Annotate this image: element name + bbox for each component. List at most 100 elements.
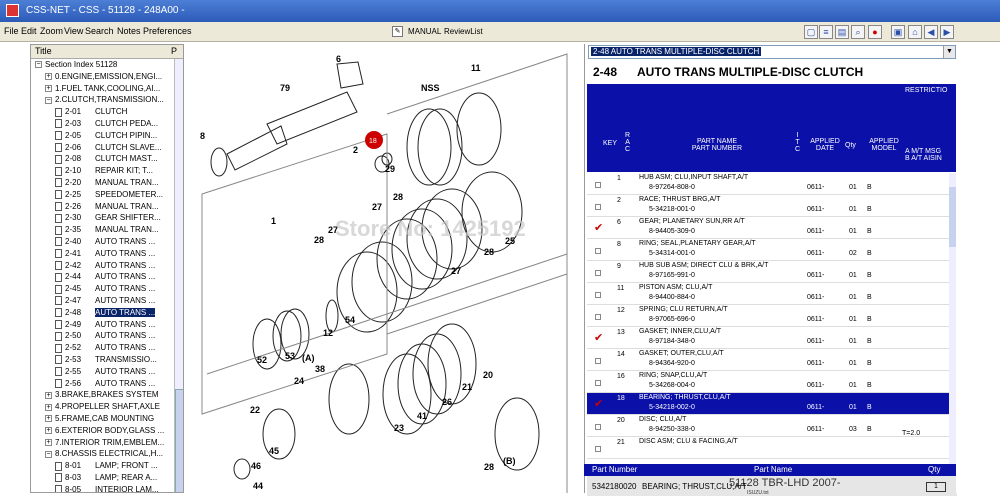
tree-scroll-thumb[interactable] xyxy=(175,389,183,492)
parts-row[interactable]: 11 PISTON ASM; CLU,A/T 8-94400-884-0 0611- 0… xyxy=(587,283,949,305)
callout-label[interactable]: 28 xyxy=(484,247,494,257)
tree-item[interactable]: 2-53 TRANSMISSIO... xyxy=(55,354,157,366)
callout-label[interactable]: 44 xyxy=(253,481,263,491)
parts-row[interactable]: 2 RACE; THRUST BRG,A/T 5-34218-001-0 0611- 0… xyxy=(587,195,949,217)
tree-item[interactable]: 2-50 AUTO TRANS ... xyxy=(55,330,155,342)
parts-row[interactable]: 14 GASKET; OUTER,CLU,A/T 8-94364-920-0 0611… xyxy=(587,349,949,371)
tree-item[interactable]: 8-05 INTERIOR LAM... xyxy=(55,484,159,492)
callout-label[interactable]: 28 xyxy=(393,192,403,202)
callout-label[interactable]: 28 xyxy=(484,462,494,472)
expand-toggle-icon[interactable]: + xyxy=(45,73,52,81)
print-icon[interactable]: ▣ xyxy=(891,25,905,39)
callout-label[interactable]: 22 xyxy=(250,405,260,415)
tree-item[interactable]: 2-40 AUTO TRANS ... xyxy=(55,236,155,248)
callout-label[interactable]: 20 xyxy=(483,370,493,380)
menu-notes[interactable]: Notes xyxy=(117,26,141,36)
callout-label[interactable]: 6 xyxy=(336,54,341,64)
tree-item[interactable]: 2-01 CLUTCH xyxy=(55,106,127,118)
tree-item[interactable]: 2-44 AUTO TRANS ... xyxy=(55,271,155,283)
callout-label[interactable]: 26 xyxy=(442,397,452,407)
tree-item[interactable]: +6.EXTERIOR BODY,GLASS ... xyxy=(45,425,164,437)
tree-item[interactable]: 2-05 CLUTCH PIPIN... xyxy=(55,130,157,142)
tree-item[interactable]: − Section Index 51128 xyxy=(35,59,117,71)
tree-item[interactable]: 2-48 AUTO TRANS ... xyxy=(55,307,156,319)
callout-label[interactable]: 53 xyxy=(285,351,295,361)
manual-icon[interactable]: ✎ xyxy=(392,26,403,37)
callout-label[interactable]: 29 xyxy=(385,164,395,174)
menu-preferences[interactable]: Preferences xyxy=(143,26,192,36)
tree-item[interactable]: 2-10 REPAIR KIT; T... xyxy=(55,165,153,177)
parts-row[interactable]: 8 RING; SEAL,PLANETARY GEAR,A/T 5-34314-00… xyxy=(587,239,949,261)
callout-label[interactable]: (B) xyxy=(503,456,516,466)
tree-item[interactable]: +5.FRAME,CAB MOUNTING xyxy=(45,413,154,425)
menu-zoom[interactable]: Zoom xyxy=(40,26,63,36)
tree-item[interactable]: 2-30 GEAR SHIFTER... xyxy=(55,212,161,224)
expand-toggle-icon[interactable]: + xyxy=(45,403,52,411)
selected-part-row[interactable]: 5342180020 BEARING; THRUST,CLU,A/T 1 xyxy=(584,482,956,493)
tree-scrollbar[interactable] xyxy=(174,59,183,492)
tree-item[interactable]: 2-06 CLUTCH SLAVE... xyxy=(55,142,162,154)
row-checkbox[interactable] xyxy=(595,248,601,254)
row-checkbox[interactable] xyxy=(595,424,601,430)
reviewlist-button[interactable]: ReviewList xyxy=(444,27,483,36)
section-dropdown[interactable]: 2-48 AUTO TRANS MULTIPLE-DISC CLUTCH ▼ xyxy=(588,45,956,59)
callout-label[interactable]: 38 xyxy=(315,364,325,374)
row-checkbox[interactable] xyxy=(595,182,601,188)
forward-arrow-icon[interactable]: ▶ xyxy=(940,25,954,39)
tree-item[interactable]: 2-47 AUTO TRANS ... xyxy=(55,295,155,307)
parts-row[interactable]: 16 RING; SNAP,CLU,A/T 5-34268-004-0 0611- 01… xyxy=(587,371,949,393)
callout-label[interactable]: 52 xyxy=(257,355,267,365)
tree-item[interactable]: 2-42 AUTO TRANS ... xyxy=(55,260,155,272)
callout-label[interactable]: 45 xyxy=(269,446,279,456)
tree-item[interactable]: 2-20 MANUAL TRAN... xyxy=(55,177,159,189)
tree-item[interactable]: −2.CLUTCH,TRANSMISSION... xyxy=(45,94,164,106)
callout-label[interactable]: 2 xyxy=(353,145,358,155)
callout-label[interactable]: 12 xyxy=(323,328,333,338)
tree-item[interactable]: 2-55 AUTO TRANS ... xyxy=(55,366,155,378)
callout-label[interactable]: 54 xyxy=(345,315,355,325)
menu-file[interactable]: File xyxy=(4,26,19,36)
parts-row[interactable]: 21 DISC ASM; CLU & FACING,A/T xyxy=(587,437,949,459)
callout-label[interactable]: 1 xyxy=(271,216,276,226)
callout-label[interactable]: 41 xyxy=(417,411,427,421)
expand-toggle-icon[interactable]: + xyxy=(45,415,52,423)
parts-row[interactable]: 12 SPRING; CLU RETURN,A/T 8-97065-696-0 061… xyxy=(587,305,949,327)
tree-item[interactable]: +3.BRAKE,BRAKES SYSTEM xyxy=(45,389,159,401)
tree-item[interactable]: 2-56 AUTO TRANS ... xyxy=(55,378,155,390)
parts-row[interactable]: ✔ 18 BEARING; THRUST,CLU,A/T 5-34218-002-0 0… xyxy=(587,393,949,415)
callout-label[interactable]: (A) xyxy=(302,353,315,363)
expand-toggle-icon[interactable]: − xyxy=(45,96,52,104)
back-arrow-icon[interactable]: ◀ xyxy=(924,25,938,39)
list-icon[interactable]: ≡ xyxy=(819,25,833,39)
check-icon[interactable]: ✔ xyxy=(594,331,603,344)
tree-item[interactable]: 2-52 AUTO TRANS ... xyxy=(55,342,155,354)
tree-item[interactable]: 2-03 CLUTCH PEDA... xyxy=(55,118,158,130)
tree-item[interactable]: 8-03 LAMP; REAR A... xyxy=(55,472,157,484)
callout-label[interactable]: 11 xyxy=(471,63,481,73)
tree-item[interactable]: 2-49 AUTO TRANS ... xyxy=(55,319,155,331)
row-checkbox[interactable] xyxy=(595,380,601,386)
chevron-down-icon[interactable]: ▼ xyxy=(943,46,955,58)
parts-row[interactable]: 9 HUB SUB ASM; DIRECT CLU & BRK,A/T 8-9716… xyxy=(587,261,949,283)
tree-item[interactable]: +7.INTERIOR TRIM,EMBLEM... xyxy=(45,437,164,449)
search-icon[interactable]: ⌕ xyxy=(851,25,865,39)
callout-label[interactable]: 27 xyxy=(451,266,461,276)
tree-item[interactable]: 8-01 LAMP; FRONT ... xyxy=(55,460,158,472)
callout-label[interactable]: NSS xyxy=(421,83,440,93)
parts-row[interactable]: 1 HUB ASM; CLU,INPUT SHAFT,A/T 8-97264-808… xyxy=(587,173,949,195)
manual-button[interactable]: MANUAL xyxy=(408,27,441,36)
home-icon[interactable]: ⌂ xyxy=(908,25,922,39)
tree-item[interactable]: 2-45 AUTO TRANS ... xyxy=(55,283,155,295)
parts-row[interactable]: ✔ 13 GASKET; INNER,CLU,A/T 8-97184-348-0 061… xyxy=(587,327,949,349)
expand-toggle-icon[interactable]: + xyxy=(45,438,52,446)
tree-item[interactable]: 2-08 CLUTCH MAST... xyxy=(55,153,158,165)
callout-label[interactable]: 46 xyxy=(251,461,261,471)
callout-label[interactable]: 27 xyxy=(372,202,382,212)
row-checkbox[interactable] xyxy=(595,446,601,452)
callout-label[interactable]: 28 xyxy=(314,235,324,245)
expand-toggle-icon[interactable]: + xyxy=(45,391,52,399)
row-checkbox[interactable] xyxy=(595,358,601,364)
tree-item[interactable]: 2-35 MANUAL TRAN... xyxy=(55,224,159,236)
exploded-diagram[interactable]: 18 6 11 79 NSS 8 2 29 28 27 1 27 28 25 28 27 12 54 52 53 (A… xyxy=(187,44,578,493)
tree-item[interactable]: 2-41 AUTO TRANS ... xyxy=(55,248,155,260)
